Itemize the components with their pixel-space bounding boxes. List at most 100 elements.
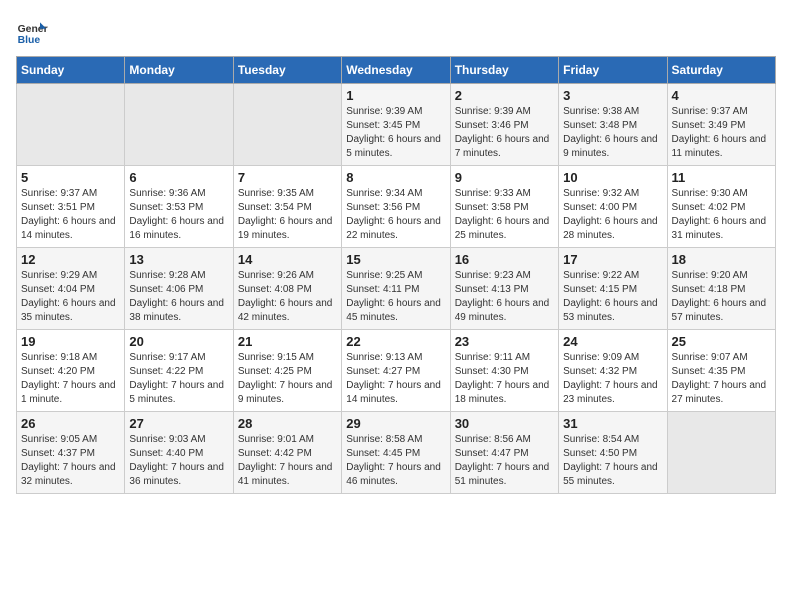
day-info: Sunrise: 9:29 AMSunset: 4:04 PMDaylight:… xyxy=(21,269,120,325)
calendar-day-cell: 13 Sunrise: 9:28 AMSunset: 4:06 PMDayligh… xyxy=(125,248,233,330)
day-info: Sunrise: 9:32 AMSunset: 4:00 PMDaylight:… xyxy=(563,187,662,243)
day-info: Sunrise: 9:22 AMSunset: 4:15 PMDaylight:… xyxy=(563,269,662,325)
day-info: Sunrise: 9:01 AMSunset: 4:42 PMDaylight:… xyxy=(238,433,337,489)
calendar-day-cell: 14 Sunrise: 9:26 AMSunset: 4:08 PMDayligh… xyxy=(233,248,341,330)
day-number: 28 xyxy=(238,416,337,431)
calendar-header: SundayMondayTuesdayWednesdayThursdayFrid… xyxy=(17,57,776,84)
calendar-day-cell: 31 Sunrise: 8:54 AMSunset: 4:50 PMDayligh… xyxy=(559,412,667,494)
calendar-day-cell: 17 Sunrise: 9:22 AMSunset: 4:15 PMDayligh… xyxy=(559,248,667,330)
logo: General Blue xyxy=(16,16,48,48)
day-info: Sunrise: 9:30 AMSunset: 4:02 PMDaylight:… xyxy=(672,187,771,243)
day-number: 1 xyxy=(346,88,445,103)
calendar-day-cell: 19Sunrise: 9:18 AMSunset: 4:20 PMDayligh… xyxy=(17,330,125,412)
calendar-day-cell: 8Sunrise: 9:34 AMSunset: 3:56 PMDaylight… xyxy=(342,166,450,248)
svg-text:General: General xyxy=(18,24,48,35)
calendar-week-row: 1 Sunrise: 9:39 AMSunset: 3:45 PMDaylight… xyxy=(17,84,776,166)
day-info: Sunrise: 9:39 AMSunset: 3:45 PMDaylight:… xyxy=(346,105,445,161)
day-number: 10 xyxy=(563,170,662,185)
day-number: 17 xyxy=(563,252,662,267)
calendar-day-cell: 7Sunrise: 9:35 AMSunset: 3:54 PMDaylight… xyxy=(233,166,341,248)
calendar-day-cell: 4 Sunrise: 9:37 AMSunset: 3:49 PMDaylight… xyxy=(667,84,775,166)
day-info: Sunrise: 9:15 AMSunset: 4:25 PMDaylight:… xyxy=(238,351,337,407)
calendar-day-cell xyxy=(125,84,233,166)
day-info: Sunrise: 9:20 AMSunset: 4:18 PMDaylight:… xyxy=(672,269,771,325)
day-info: Sunrise: 9:36 AMSunset: 3:53 PMDaylight:… xyxy=(129,187,228,243)
day-info: Sunrise: 9:17 AMSunset: 4:22 PMDaylight:… xyxy=(129,351,228,407)
day-number: 4 xyxy=(672,88,771,103)
day-info: Sunrise: 9:13 AMSunset: 4:27 PMDaylight:… xyxy=(346,351,445,407)
calendar-day-cell: 12 Sunrise: 9:29 AMSunset: 4:04 PMDayligh… xyxy=(17,248,125,330)
page-header: General Blue xyxy=(16,16,776,48)
calendar-day-cell: 2Sunrise: 9:39 AMSunset: 3:46 PMDaylight… xyxy=(450,84,558,166)
calendar-day-cell: 22 Sunrise: 9:13 AMSunset: 4:27 PMDayligh… xyxy=(342,330,450,412)
calendar-day-cell: 20 Sunrise: 9:17 AMSunset: 4:22 PMDayligh… xyxy=(125,330,233,412)
day-number: 11 xyxy=(672,170,771,185)
day-info: Sunrise: 9:38 AMSunset: 3:48 PMDaylight:… xyxy=(563,105,662,161)
day-info: Sunrise: 8:58 AMSunset: 4:45 PMDaylight:… xyxy=(346,433,445,489)
day-info: Sunrise: 8:54 AMSunset: 4:50 PMDaylight:… xyxy=(563,433,662,489)
day-number: 22 xyxy=(346,334,445,349)
calendar-day-cell: 21 Sunrise: 9:15 AMSunset: 4:25 PMDayligh… xyxy=(233,330,341,412)
day-number: 14 xyxy=(238,252,337,267)
calendar-day-cell: 10 Sunrise: 9:32 AMSunset: 4:00 PMDayligh… xyxy=(559,166,667,248)
calendar-day-cell xyxy=(667,412,775,494)
calendar-week-row: 5Sunrise: 9:37 AMSunset: 3:51 PMDaylight… xyxy=(17,166,776,248)
weekday-header-row: SundayMondayTuesdayWednesdayThursdayFrid… xyxy=(17,57,776,84)
calendar-day-cell: 29 Sunrise: 8:58 AMSunset: 4:45 PMDayligh… xyxy=(342,412,450,494)
day-info: Sunrise: 9:37 AMSunset: 3:51 PMDaylight:… xyxy=(21,187,120,243)
day-info: Sunrise: 9:26 AMSunset: 4:08 PMDaylight:… xyxy=(238,269,337,325)
calendar-week-row: 19Sunrise: 9:18 AMSunset: 4:20 PMDayligh… xyxy=(17,330,776,412)
calendar-day-cell: 28 Sunrise: 9:01 AMSunset: 4:42 PMDayligh… xyxy=(233,412,341,494)
weekday-header-cell: Wednesday xyxy=(342,57,450,84)
day-info: Sunrise: 9:39 AMSunset: 3:46 PMDaylight:… xyxy=(455,105,554,161)
calendar-day-cell: 24Sunrise: 9:09 AMSunset: 4:32 PMDayligh… xyxy=(559,330,667,412)
day-number: 6 xyxy=(129,170,228,185)
day-number: 8 xyxy=(346,170,445,185)
day-number: 25 xyxy=(672,334,771,349)
day-number: 27 xyxy=(129,416,228,431)
day-info: Sunrise: 9:25 AMSunset: 4:11 PMDaylight:… xyxy=(346,269,445,325)
weekday-header-cell: Saturday xyxy=(667,57,775,84)
calendar-day-cell: 5Sunrise: 9:37 AMSunset: 3:51 PMDaylight… xyxy=(17,166,125,248)
calendar-day-cell: 30Sunrise: 8:56 AMSunset: 4:47 PMDayligh… xyxy=(450,412,558,494)
day-number: 7 xyxy=(238,170,337,185)
calendar-day-cell: 25 Sunrise: 9:07 AMSunset: 4:35 PMDayligh… xyxy=(667,330,775,412)
day-info: Sunrise: 8:56 AMSunset: 4:47 PMDaylight:… xyxy=(455,433,554,489)
day-number: 26 xyxy=(21,416,120,431)
calendar-day-cell: 15Sunrise: 9:25 AMSunset: 4:11 PMDayligh… xyxy=(342,248,450,330)
day-number: 16 xyxy=(455,252,554,267)
calendar-day-cell: 27Sunrise: 9:03 AMSunset: 4:40 PMDayligh… xyxy=(125,412,233,494)
day-info: Sunrise: 9:33 AMSunset: 3:58 PMDaylight:… xyxy=(455,187,554,243)
day-info: Sunrise: 9:18 AMSunset: 4:20 PMDaylight:… xyxy=(21,351,120,407)
weekday-header-cell: Tuesday xyxy=(233,57,341,84)
day-number: 23 xyxy=(455,334,554,349)
day-info: Sunrise: 9:11 AMSunset: 4:30 PMDaylight:… xyxy=(455,351,554,407)
day-number: 18 xyxy=(672,252,771,267)
calendar-day-cell xyxy=(17,84,125,166)
calendar-day-cell: 16Sunrise: 9:23 AMSunset: 4:13 PMDayligh… xyxy=(450,248,558,330)
day-number: 12 xyxy=(21,252,120,267)
weekday-header-cell: Sunday xyxy=(17,57,125,84)
day-info: Sunrise: 9:09 AMSunset: 4:32 PMDaylight:… xyxy=(563,351,662,407)
day-info: Sunrise: 9:37 AMSunset: 3:49 PMDaylight:… xyxy=(672,105,771,161)
calendar-day-cell: 9Sunrise: 9:33 AMSunset: 3:58 PMDaylight… xyxy=(450,166,558,248)
calendar-day-cell: 26Sunrise: 9:05 AMSunset: 4:37 PMDayligh… xyxy=(17,412,125,494)
weekday-header-cell: Thursday xyxy=(450,57,558,84)
calendar-table: SundayMondayTuesdayWednesdayThursdayFrid… xyxy=(16,56,776,494)
calendar-day-cell: 23 Sunrise: 9:11 AMSunset: 4:30 PMDayligh… xyxy=(450,330,558,412)
day-number: 20 xyxy=(129,334,228,349)
calendar-week-row: 26Sunrise: 9:05 AMSunset: 4:37 PMDayligh… xyxy=(17,412,776,494)
day-number: 29 xyxy=(346,416,445,431)
calendar-body: 1 Sunrise: 9:39 AMSunset: 3:45 PMDaylight… xyxy=(17,84,776,494)
logo-icon: General Blue xyxy=(16,16,48,48)
day-info: Sunrise: 9:28 AMSunset: 4:06 PMDaylight:… xyxy=(129,269,228,325)
day-number: 21 xyxy=(238,334,337,349)
weekday-header-cell: Friday xyxy=(559,57,667,84)
calendar-day-cell: 1 Sunrise: 9:39 AMSunset: 3:45 PMDaylight… xyxy=(342,84,450,166)
calendar-day-cell: 6 Sunrise: 9:36 AMSunset: 3:53 PMDaylight… xyxy=(125,166,233,248)
svg-text:Blue: Blue xyxy=(18,35,41,46)
day-info: Sunrise: 9:07 AMSunset: 4:35 PMDaylight:… xyxy=(672,351,771,407)
calendar-day-cell: 11 Sunrise: 9:30 AMSunset: 4:02 PMDayligh… xyxy=(667,166,775,248)
day-number: 31 xyxy=(563,416,662,431)
day-number: 13 xyxy=(129,252,228,267)
